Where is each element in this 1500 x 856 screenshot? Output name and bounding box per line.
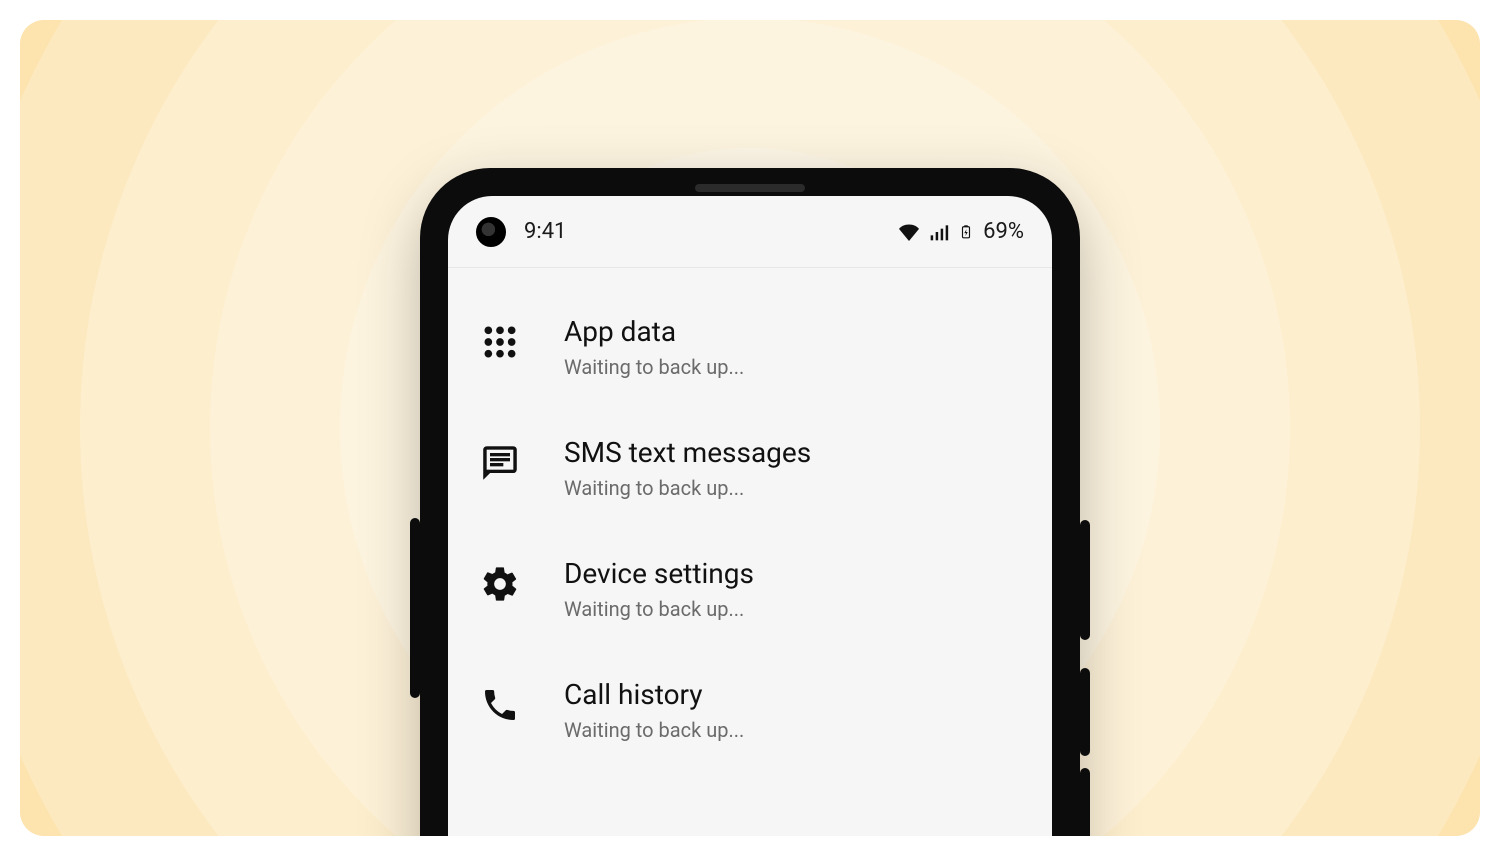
left-side-button: [410, 518, 420, 698]
volume-down-button: [1080, 768, 1090, 836]
phone-frame: 9:41: [420, 168, 1080, 836]
earpiece: [695, 184, 805, 192]
status-bar: 9:41: [448, 196, 1052, 268]
backup-list: App data Waiting to back up...: [448, 268, 1052, 770]
power-button: [1080, 520, 1090, 640]
list-item-subtitle: Waiting to back up...: [564, 355, 744, 379]
wifi-icon: [899, 222, 919, 242]
phone-screen: 9:41: [448, 196, 1052, 836]
battery-percent: 69%: [983, 219, 1024, 244]
list-item-title: App data: [564, 314, 744, 349]
front-camera: [476, 217, 506, 247]
list-item-call-history[interactable]: Call history Waiting to back up...: [464, 649, 1036, 770]
status-clock: 9:41: [524, 219, 566, 244]
settings-icon: [476, 560, 524, 608]
list-item-title: SMS text messages: [564, 435, 811, 470]
volume-up-button: [1080, 668, 1090, 756]
list-item-subtitle: Waiting to back up...: [564, 597, 754, 621]
apps-icon: [476, 318, 524, 366]
list-item-subtitle: Waiting to back up...: [564, 476, 811, 500]
list-item-title: Device settings: [564, 556, 754, 591]
list-item-app-data[interactable]: App data Waiting to back up...: [464, 286, 1036, 407]
list-item-device-settings[interactable]: Device settings Waiting to back up...: [464, 528, 1036, 649]
sms-icon: [476, 439, 524, 487]
cellular-signal-icon: [929, 222, 949, 242]
list-item-sms[interactable]: SMS text messages Waiting to back up...: [464, 407, 1036, 528]
battery-icon: [959, 221, 973, 243]
list-item-title: Call history: [564, 677, 744, 712]
list-item-subtitle: Waiting to back up...: [564, 718, 744, 742]
illustration-canvas: 9:41: [20, 20, 1480, 836]
phone-icon: [476, 681, 524, 729]
